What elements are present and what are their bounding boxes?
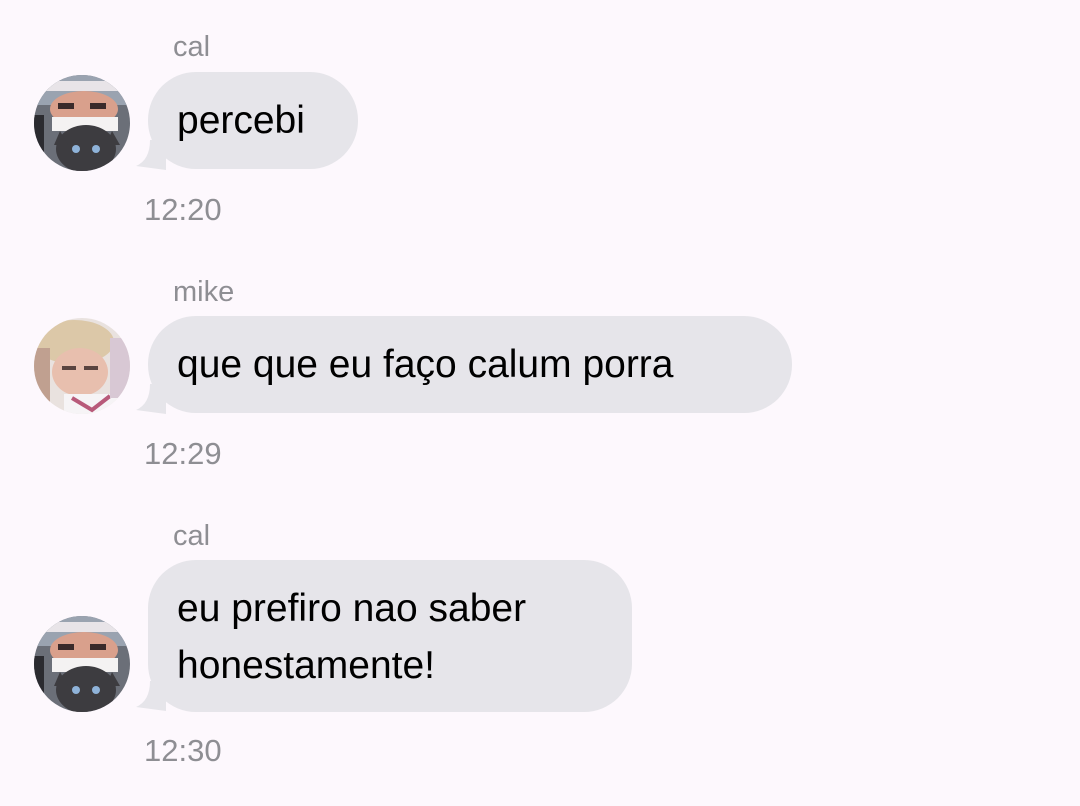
message-bubble[interactable]: que que eu faço calum porra	[148, 316, 792, 413]
message-bubble[interactable]: eu prefiro nao saber honestamente!	[148, 560, 632, 712]
mike-avatar-icon[interactable]	[34, 318, 130, 414]
message-timestamp: 12:29	[144, 436, 222, 471]
chat-thread: cal percebi 12:20 mike que que eu faço c…	[0, 0, 1080, 806]
sender-name: cal	[173, 520, 211, 552]
cal-avatar-icon[interactable]	[34, 75, 130, 171]
cal-avatar-icon[interactable]	[34, 616, 130, 712]
sender-name: cal	[173, 31, 211, 63]
message-bubble[interactable]: percebi	[148, 72, 358, 169]
sender-name: mike	[173, 276, 235, 308]
message-timestamp: 12:20	[144, 192, 222, 227]
message-timestamp: 12:30	[144, 733, 222, 768]
